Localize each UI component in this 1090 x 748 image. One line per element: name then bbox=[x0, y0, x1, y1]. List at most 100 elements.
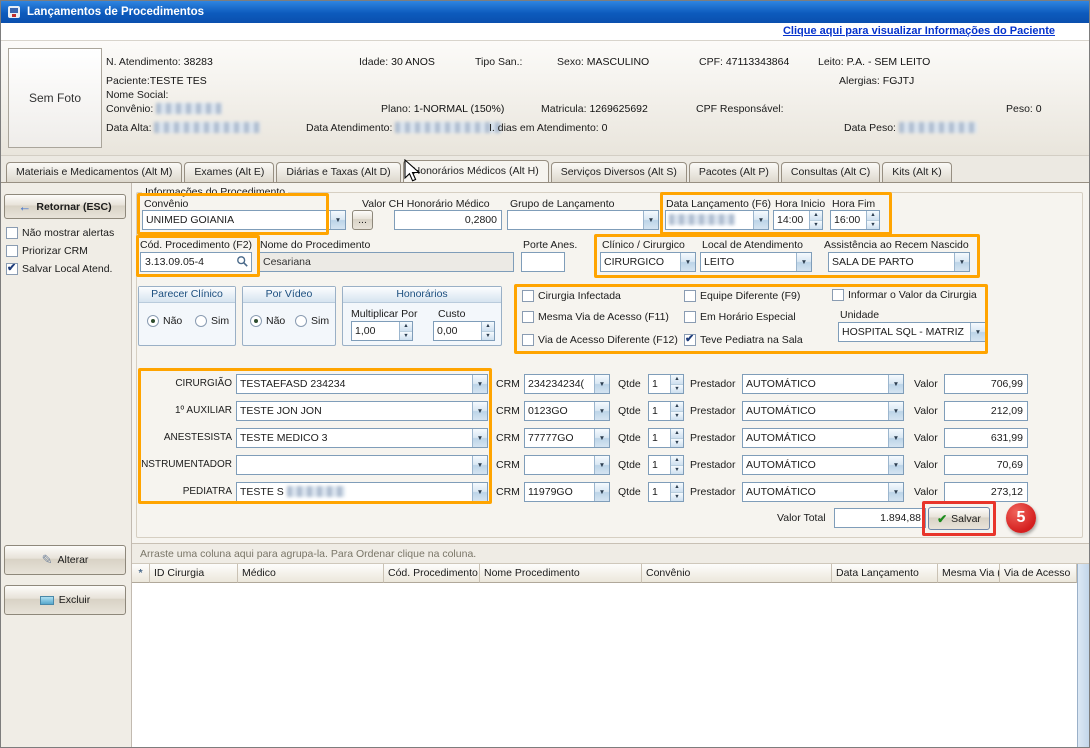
salvar-button[interactable]: ✔Salvar bbox=[928, 507, 990, 530]
auxiliar-crm-select[interactable]: 0123GO▼ bbox=[524, 401, 610, 421]
chevron-down-icon[interactable]: ▼ bbox=[594, 402, 609, 420]
cirurgiao-qtde-spinner[interactable]: 1▲▼ bbox=[648, 374, 684, 394]
checkbox-box[interactable] bbox=[522, 334, 534, 346]
anestesista-crm-select[interactable]: 77777GO▼ bbox=[524, 428, 610, 448]
checkbox-mesma-via[interactable]: Mesma Via de Acesso (F11) bbox=[522, 311, 669, 323]
column-header-data-lancamento[interactable]: Data Lançamento bbox=[832, 564, 938, 583]
chevron-down-icon[interactable]: ▼ bbox=[472, 483, 487, 501]
pediatra-valor-input[interactable]: 273,12 bbox=[944, 482, 1028, 502]
checkbox-priorizar-crm[interactable]: Priorizar CRM bbox=[6, 245, 88, 257]
chevron-down-icon[interactable]: ▼ bbox=[970, 323, 985, 341]
chevron-down-icon[interactable]: ▼ bbox=[888, 375, 903, 393]
radio-button[interactable] bbox=[295, 315, 307, 327]
chevron-down-icon[interactable]: ▼ bbox=[330, 211, 345, 229]
chevron-down-icon[interactable]: ▼ bbox=[753, 211, 768, 229]
checkbox-box[interactable] bbox=[684, 290, 696, 302]
anestesista-qtde-spinner[interactable]: 1▲▼ bbox=[648, 428, 684, 448]
checkbox-via-diferente[interactable]: Via de Acesso Diferente (F12) bbox=[522, 334, 678, 346]
auxiliar-qtde-spinner[interactable]: 1▲▼ bbox=[648, 401, 684, 421]
cirurgiao-crm-select[interactable]: 234234234(▼ bbox=[524, 374, 610, 394]
up-arrow-icon[interactable]: ▲ bbox=[671, 483, 683, 493]
chevron-down-icon[interactable]: ▼ bbox=[594, 456, 609, 474]
checkbox-box[interactable] bbox=[684, 334, 696, 346]
tab-materiais[interactable]: Materiais e Medicamentos (Alt M) bbox=[6, 162, 182, 182]
checkbox-salvar-local-atend[interactable]: Salvar Local Atend. bbox=[6, 263, 112, 275]
chevron-down-icon[interactable]: ▼ bbox=[888, 483, 903, 501]
chevron-down-icon[interactable]: ▼ bbox=[954, 253, 969, 271]
checkbox-teve-pediatra[interactable]: Teve Pediatra na Sala bbox=[684, 334, 803, 346]
checkbox-box[interactable] bbox=[6, 245, 18, 257]
cirurgiao-valor-input[interactable]: 706,99 bbox=[944, 374, 1028, 394]
checkbox-box[interactable] bbox=[832, 289, 844, 301]
pediatra-prestador-select[interactable]: AUTOMÁTICO▼ bbox=[742, 482, 904, 502]
up-arrow-icon[interactable]: ▲ bbox=[400, 322, 412, 332]
radio-parecer-sim[interactable]: Sim bbox=[195, 315, 229, 327]
valor-ch-input[interactable]: 0,2800 bbox=[394, 210, 502, 230]
up-arrow-icon[interactable]: ▲ bbox=[671, 456, 683, 466]
checkbox-box[interactable] bbox=[684, 311, 696, 323]
multiplicar-spinner[interactable]: 1,00 ▲▼ bbox=[351, 321, 413, 341]
down-arrow-icon[interactable]: ▼ bbox=[671, 412, 683, 421]
checkbox-box[interactable] bbox=[6, 263, 18, 275]
checkbox-cirurgia-infectada[interactable]: Cirurgia Infectada bbox=[522, 290, 621, 302]
pediatra-qtde-spinner[interactable]: 1▲▼ bbox=[648, 482, 684, 502]
convenio-select[interactable]: UNIMED GOIANIA▼ bbox=[142, 210, 346, 230]
chevron-down-icon[interactable]: ▼ bbox=[680, 253, 695, 271]
checkbox-box[interactable] bbox=[522, 311, 534, 323]
down-arrow-icon[interactable]: ▼ bbox=[671, 439, 683, 448]
chevron-down-icon[interactable]: ▼ bbox=[796, 253, 811, 271]
down-arrow-icon[interactable]: ▼ bbox=[671, 385, 683, 394]
patient-info-link[interactable]: Clique aqui para visualizar Informações … bbox=[783, 25, 1055, 37]
column-header-medico[interactable]: Médico bbox=[238, 564, 384, 583]
down-arrow-icon[interactable]: ▼ bbox=[810, 221, 822, 230]
up-arrow-icon[interactable]: ▲ bbox=[810, 211, 822, 221]
excluir-button[interactable]: Excluir bbox=[4, 585, 126, 615]
up-arrow-icon[interactable]: ▲ bbox=[671, 375, 683, 385]
instrumentador-qtde-spinner[interactable]: 1▲▼ bbox=[648, 455, 684, 475]
chevron-down-icon[interactable]: ▼ bbox=[594, 375, 609, 393]
down-arrow-icon[interactable]: ▼ bbox=[671, 466, 683, 475]
up-arrow-icon[interactable]: ▲ bbox=[482, 322, 494, 332]
tab-consultas[interactable]: Consultas (Alt C) bbox=[781, 162, 880, 182]
chevron-down-icon[interactable]: ▼ bbox=[472, 375, 487, 393]
chevron-down-icon[interactable]: ▼ bbox=[888, 429, 903, 447]
checkbox-horario-especial[interactable]: Em Horário Especial bbox=[684, 311, 796, 323]
checkbox-box[interactable] bbox=[522, 290, 534, 302]
checkbox-equipe-diferente[interactable]: Equipe Diferente (F9) bbox=[684, 290, 800, 302]
data-lancamento-select[interactable]: ▼ bbox=[665, 210, 769, 230]
grid-body[interactable] bbox=[132, 583, 1077, 747]
checkbox-nao-mostrar-alertas[interactable]: Não mostrar alertas bbox=[6, 227, 114, 239]
retornar-button[interactable]: ← Retornar (ESC) bbox=[4, 194, 126, 219]
tab-honorarios[interactable]: Honorários Médicos (Alt H) bbox=[403, 160, 549, 182]
instrumentador-name-select[interactable]: ▼ bbox=[236, 455, 488, 475]
down-arrow-icon[interactable]: ▼ bbox=[867, 221, 879, 230]
up-arrow-icon[interactable]: ▲ bbox=[671, 402, 683, 412]
column-header-via-de-acesso[interactable]: Via de Acesso bbox=[1000, 564, 1077, 583]
checkbox-box[interactable] bbox=[6, 227, 18, 239]
auxiliar-prestador-select[interactable]: AUTOMÁTICO▼ bbox=[742, 401, 904, 421]
grid-vertical-scrollbar[interactable] bbox=[1077, 564, 1089, 747]
tab-kits[interactable]: Kits (Alt K) bbox=[882, 162, 952, 182]
column-header-id-cirurgia[interactable]: ID Cirurgia bbox=[150, 564, 238, 583]
pediatra-name-select[interactable]: TESTE S ▼ bbox=[236, 482, 488, 502]
tab-diarias[interactable]: Diárias e Taxas (Alt D) bbox=[276, 162, 400, 182]
auxiliar-name-select[interactable]: TESTE JON JON▼ bbox=[236, 401, 488, 421]
cirurgiao-prestador-select[interactable]: AUTOMÁTICO▼ bbox=[742, 374, 904, 394]
column-header-convenio[interactable]: Convênio bbox=[642, 564, 832, 583]
tab-servicos[interactable]: Serviços Diversos (Alt S) bbox=[551, 162, 687, 182]
grupo-lancamento-select[interactable]: ▼ bbox=[507, 210, 659, 230]
procedure-lookup-icon[interactable] bbox=[236, 255, 249, 271]
anestesista-name-select[interactable]: TESTE MEDICO 3▼ bbox=[236, 428, 488, 448]
assistencia-select[interactable]: SALA DE PARTO▼ bbox=[828, 252, 970, 272]
chevron-down-icon[interactable]: ▼ bbox=[594, 483, 609, 501]
hora-fim-spinner[interactable]: 16:00 ▲▼ bbox=[830, 210, 880, 230]
instrumentador-valor-input[interactable]: 70,69 bbox=[944, 455, 1028, 475]
chevron-down-icon[interactable]: ▼ bbox=[472, 429, 487, 447]
radio-button[interactable] bbox=[195, 315, 207, 327]
chevron-down-icon[interactable]: ▼ bbox=[472, 402, 487, 420]
tab-pacotes[interactable]: Pacotes (Alt P) bbox=[689, 162, 779, 182]
radio-parecer-nao[interactable]: Não bbox=[147, 315, 182, 327]
pediatra-crm-select[interactable]: 11979GO▼ bbox=[524, 482, 610, 502]
hora-inicio-spinner[interactable]: 14:00 ▲▼ bbox=[773, 210, 823, 230]
cirurgiao-name-select[interactable]: TESTAEFASD 234234▼ bbox=[236, 374, 488, 394]
